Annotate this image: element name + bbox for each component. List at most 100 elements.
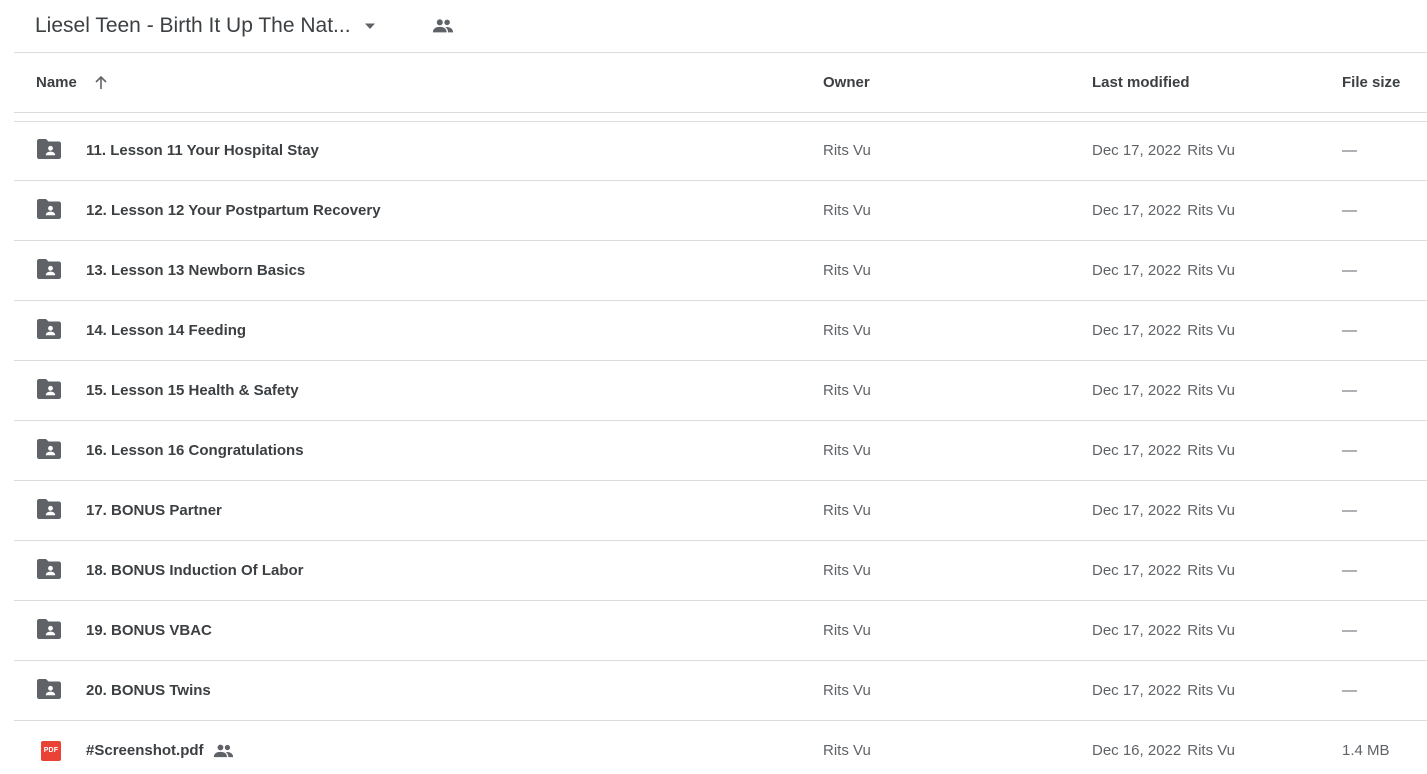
arrow-up-icon[interactable]	[93, 75, 109, 91]
file-name-cell[interactable]: 17. BONUS Partner	[86, 481, 222, 540]
arrow-drop-down-icon[interactable]	[363, 19, 377, 33]
file-size-cell: —	[1342, 502, 1357, 519]
owner-cell: Rits Vu	[823, 682, 871, 699]
modified-date: Dec 17, 2022	[1092, 202, 1182, 219]
column-header-name[interactable]: Name	[36, 53, 109, 112]
modified-by: Rits Vu	[1187, 562, 1236, 579]
drive-file-list-page: Liesel Teen - Birth It Up The Nat... Nam…	[0, 0, 1427, 774]
owner-cell: Rits Vu	[823, 622, 871, 639]
file-name: 14. Lesson 14 Feeding	[86, 322, 247, 339]
file-name-cell[interactable]: 20. BONUS Twins	[86, 661, 211, 720]
owner-cell: Rits Vu	[823, 142, 871, 159]
modified-by: Rits Vu	[1187, 322, 1236, 339]
file-name-cell[interactable]: 11. Lesson 11 Your Hospital Stay	[86, 121, 319, 180]
file-name: 19. BONUS VBAC	[86, 622, 212, 639]
file-size-cell: 1.4 MB	[1342, 742, 1390, 759]
last-modified-cell: Dec 17, 2022 Rits Vu	[1092, 361, 1235, 420]
shared-folder-icon	[36, 558, 62, 584]
table-row[interactable]: 20. BONUS Twins Rits Vu Dec 17, 2022 Rits V…	[14, 661, 1427, 721]
column-header-owner[interactable]: Owner	[823, 53, 870, 112]
last-modified-cell: Dec 17, 2022 Rits Vu	[1092, 601, 1235, 660]
file-size-cell: —	[1342, 562, 1357, 579]
file-type-icon-cell	[36, 421, 66, 480]
file-size-cell: —	[1342, 622, 1357, 639]
modified-by: Rits Vu	[1187, 202, 1236, 219]
shared-folder-icon	[36, 378, 62, 404]
table-row[interactable]: 17. BONUS Partner Rits Vu Dec 17, 2022 Rits…	[14, 481, 1427, 541]
modified-by: Rits Vu	[1187, 502, 1236, 519]
file-name-cell[interactable]: 14. Lesson 14 Feeding	[86, 301, 246, 360]
people-icon	[431, 14, 455, 38]
table-row[interactable]: 16. Lesson 16 Congratulations Rits Vu Dec …	[14, 421, 1427, 481]
shared-folder-icon	[36, 678, 62, 704]
column-header-last-modified[interactable]: Last modified	[1092, 53, 1190, 112]
folder-header: Liesel Teen - Birth It Up The Nat...	[14, 0, 1427, 53]
table-row[interactable]: 14. Lesson 14 Feeding Rits Vu Dec 17, 2022…	[14, 301, 1427, 361]
modified-date: Dec 17, 2022	[1092, 562, 1182, 579]
column-header-file-size[interactable]: File size	[1342, 53, 1400, 112]
last-modified-cell: Dec 17, 2022 Rits Vu	[1092, 241, 1235, 300]
column-header-row: Name Owner Last modified File size	[14, 53, 1427, 113]
file-name-cell[interactable]: 19. BONUS VBAC	[86, 601, 212, 660]
file-type-icon-cell	[36, 361, 66, 420]
file-size-cell: —	[1342, 262, 1357, 279]
file-name-cell[interactable]: 13. Lesson 13 Newborn Basics	[86, 241, 305, 300]
modified-by: Rits Vu	[1187, 262, 1236, 279]
last-modified-cell: Dec 17, 2022 Rits Vu	[1092, 181, 1235, 240]
shared-folder-icon	[36, 438, 62, 464]
shared-folder-icon	[36, 318, 62, 344]
last-modified-cell: Dec 17, 2022 Rits Vu	[1092, 121, 1235, 180]
file-name-cell[interactable]: 16. Lesson 16 Congratulations	[86, 421, 304, 480]
owner-cell: Rits Vu	[823, 562, 871, 579]
modified-date: Dec 16, 2022	[1092, 742, 1182, 759]
file-name-cell[interactable]: 18. BONUS Induction Of Labor	[86, 541, 304, 600]
modified-by: Rits Vu	[1187, 742, 1236, 759]
shared-folder-icon	[36, 258, 62, 284]
table-row[interactable]: 19. BONUS VBAC Rits Vu Dec 17, 2022 Rits Vu…	[14, 601, 1427, 661]
file-type-icon-cell	[36, 601, 66, 660]
file-name: 12. Lesson 12 Your Postpartum Recovery	[86, 202, 381, 219]
file-type-icon-cell	[36, 481, 66, 540]
file-name: 17. BONUS Partner	[86, 502, 222, 519]
file-size-cell: —	[1342, 382, 1357, 399]
file-size-cell: —	[1342, 202, 1357, 219]
last-modified-cell: Dec 17, 2022 Rits Vu	[1092, 661, 1235, 720]
modified-date: Dec 17, 2022	[1092, 502, 1182, 519]
modified-by: Rits Vu	[1187, 142, 1236, 159]
file-name: 15. Lesson 15 Health & Safety	[86, 382, 299, 399]
table-row[interactable]: 11. Lesson 11 Your Hospital Stay Rits Vu D…	[14, 121, 1427, 181]
table-row[interactable]: 12. Lesson 12 Your Postpartum Recovery Ri…	[14, 181, 1427, 241]
file-name: 13. Lesson 13 Newborn Basics	[86, 262, 306, 279]
file-size-cell: —	[1342, 442, 1357, 459]
file-type-icon-cell	[36, 121, 66, 180]
table-row[interactable]: 18. BONUS Induction Of Labor Rits Vu Dec 1…	[14, 541, 1427, 601]
people-icon	[213, 744, 234, 758]
modified-date: Dec 17, 2022	[1092, 262, 1182, 279]
last-modified-cell: Dec 17, 2022 Rits Vu	[1092, 541, 1235, 600]
shared-folder-icon	[36, 138, 62, 164]
table-row[interactable]: 15. Lesson 15 Health & Safety Rits Vu Dec …	[14, 361, 1427, 421]
file-list: 11. Lesson 11 Your Hospital Stay Rits Vu D…	[14, 121, 1427, 774]
modified-date: Dec 17, 2022	[1092, 382, 1182, 399]
shared-folder-icon	[36, 618, 62, 644]
file-name-cell[interactable]: 15. Lesson 15 Health & Safety	[86, 361, 299, 420]
file-type-icon-cell	[36, 301, 66, 360]
file-name: 20. BONUS Twins	[86, 682, 211, 699]
file-type-icon-cell: PDF	[36, 721, 66, 774]
owner-cell: Rits Vu	[823, 202, 871, 219]
modified-by: Rits Vu	[1187, 442, 1236, 459]
file-type-icon-cell	[36, 241, 66, 300]
table-row[interactable]: 13. Lesson 13 Newborn Basics Rits Vu Dec 1…	[14, 241, 1427, 301]
file-name-cell[interactable]: 12. Lesson 12 Your Postpartum Recovery	[86, 181, 381, 240]
modified-date: Dec 17, 2022	[1092, 682, 1182, 699]
modified-date: Dec 17, 2022	[1092, 442, 1182, 459]
file-name-cell[interactable]: #Screenshot.pdf	[86, 721, 234, 774]
table-row[interactable]: PDF #Screenshot.pdf Rits Vu Dec 16, 2022 Rit…	[14, 721, 1427, 774]
file-name: 11. Lesson 11 Your Hospital Stay	[86, 142, 319, 159]
file-size-cell: —	[1342, 322, 1357, 339]
last-modified-cell: Dec 17, 2022 Rits Vu	[1092, 301, 1235, 360]
modified-by: Rits Vu	[1187, 382, 1236, 399]
pdf-file-icon: PDF	[41, 740, 61, 761]
folder-title[interactable]: Liesel Teen - Birth It Up The Nat...	[35, 14, 351, 38]
file-size-cell: —	[1342, 142, 1357, 159]
